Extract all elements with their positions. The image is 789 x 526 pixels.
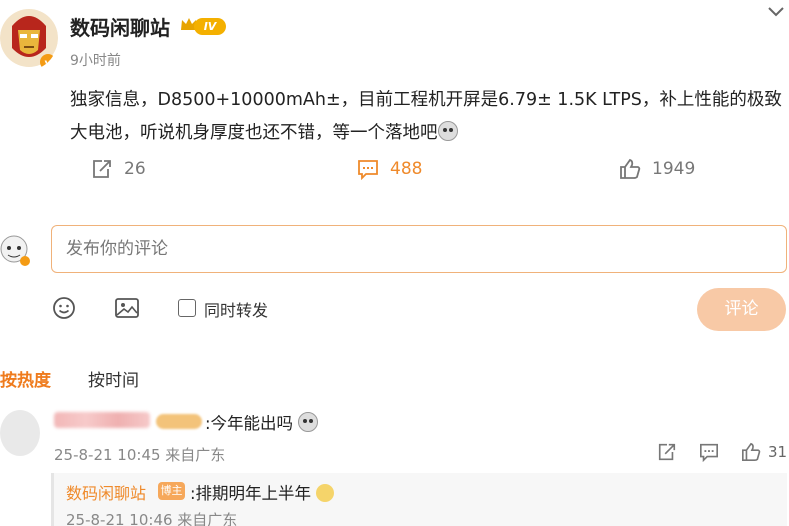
like-action[interactable]: 1949 [618, 158, 695, 180]
like-icon [620, 158, 641, 179]
tab-sort-time[interactable]: 按时间 [88, 366, 139, 391]
comment-action[interactable]: 488 [356, 158, 422, 180]
svg-text:v: v [45, 58, 52, 69]
tab-sort-hot[interactable]: 按热度 [0, 366, 51, 391]
post-text-content: 独家信息，D8500+10000mAh±，目前工程机开屏是6.79± 1.5K … [70, 90, 782, 143]
commenter-name-blurred[interactable] [54, 412, 150, 428]
repost-count: 26 [124, 159, 146, 179]
reply-text-content: :排期明年上半年 [190, 484, 312, 503]
author-name[interactable]: 数码闲聊站 [70, 12, 170, 41]
reply-text: :排期明年上半年 [190, 480, 335, 504]
repost-icon [93, 160, 111, 178]
reply-meta: 25-8-21 10:46 来自广东 [66, 511, 238, 526]
image-icon[interactable] [114, 296, 140, 324]
chevron-down-icon[interactable] [766, 4, 786, 24]
repost-action[interactable]: 26 [90, 158, 146, 180]
comment-reply-icon[interactable] [698, 442, 720, 462]
comment-repost-icon[interactable] [656, 442, 678, 462]
reply-author-badge: 博主 [158, 482, 185, 500]
like-icon [742, 442, 761, 461]
comment-input[interactable]: 发布你的评论 [51, 225, 787, 273]
dog-emoji-icon [316, 484, 335, 502]
level-badge: IV [194, 18, 226, 35]
repost-checkbox[interactable] [178, 299, 196, 317]
post-text: 独家信息，D8500+10000mAh±，目前工程机开屏是6.79± 1.5K … [70, 84, 786, 150]
author-avatar[interactable]: v [0, 6, 58, 70]
comment-like-button[interactable]: 31 [740, 442, 787, 462]
comment-meta: 25-8-21 10:45 来自广东 [54, 446, 226, 464]
commenter-avatar[interactable] [0, 410, 40, 456]
my-avatar [0, 233, 30, 267]
comment-like-count: 31 [768, 443, 788, 461]
commenter-badge-blurred [156, 414, 202, 429]
emoji-icon[interactable] [52, 296, 76, 324]
post-time: 9小时前 [70, 53, 121, 69]
submit-comment-button[interactable]: 评论 [697, 288, 786, 331]
like-count: 1949 [652, 159, 696, 179]
repost-checkbox-label[interactable]: 同时转发 [204, 297, 268, 321]
reply-author[interactable]: 数码闲聊站 [66, 480, 146, 504]
comment-text-content: :今年能出吗 [205, 414, 294, 433]
comment-icon [358, 160, 378, 180]
comment-count: 488 [390, 159, 423, 179]
face-emoji-icon [298, 412, 319, 432]
face-emoji-icon [437, 121, 458, 141]
comment-text: :今年能出吗 [205, 410, 319, 434]
